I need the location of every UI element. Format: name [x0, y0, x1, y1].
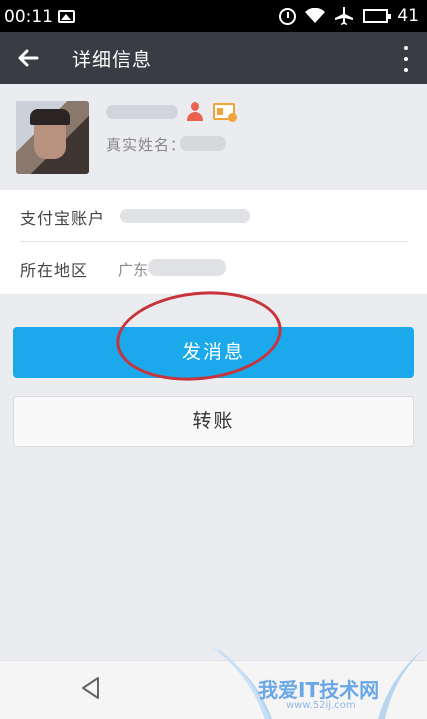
alarm-icon: [279, 7, 297, 25]
wifi-icon: [305, 8, 326, 24]
blurred-region-detail: [148, 259, 226, 276]
id-card-icon: [213, 103, 237, 122]
person-icon: [187, 102, 203, 122]
region-value: 广东: [118, 261, 149, 279]
info-card: 支付宝账户 所在地区 广东: [0, 190, 427, 294]
status-time: 00:11: [4, 7, 53, 27]
alipay-account-row: 支付宝账户: [0, 190, 427, 242]
region-label: 所在地区: [20, 261, 89, 280]
region-row: 所在地区 广东: [0, 242, 427, 294]
more-vertical-icon: [404, 46, 408, 50]
profile-header: 真实姓名：: [0, 84, 427, 190]
more-menu-button[interactable]: [399, 46, 413, 72]
battery-level: 41: [397, 6, 419, 26]
airplane-icon: [334, 7, 354, 25]
watermark-url: www.52ij.com: [286, 700, 356, 711]
back-button[interactable]: [12, 44, 44, 72]
transfer-button[interactable]: 转账: [13, 396, 414, 447]
status-icons: 41: [279, 6, 419, 26]
real-name-label: 真实姓名：: [106, 136, 187, 154]
avatar[interactable]: [16, 101, 89, 174]
battery-icon: [363, 9, 392, 23]
status-bar: 00:11 41: [0, 0, 427, 32]
blurred-nickname: [106, 105, 178, 119]
watermark-text: 我爱IT技术网: [258, 678, 380, 702]
blurred-real-name: [180, 136, 226, 151]
arrow-left-icon: [18, 49, 39, 67]
nav-back-button[interactable]: [78, 675, 104, 701]
app-bar: 详细信息: [0, 32, 427, 84]
page-title: 详细信息: [72, 49, 153, 71]
image-icon: [58, 10, 75, 23]
blurred-account-value: [120, 209, 250, 223]
nav-back-triangle-icon: [82, 677, 99, 699]
alipay-account-label: 支付宝账户: [20, 209, 106, 228]
